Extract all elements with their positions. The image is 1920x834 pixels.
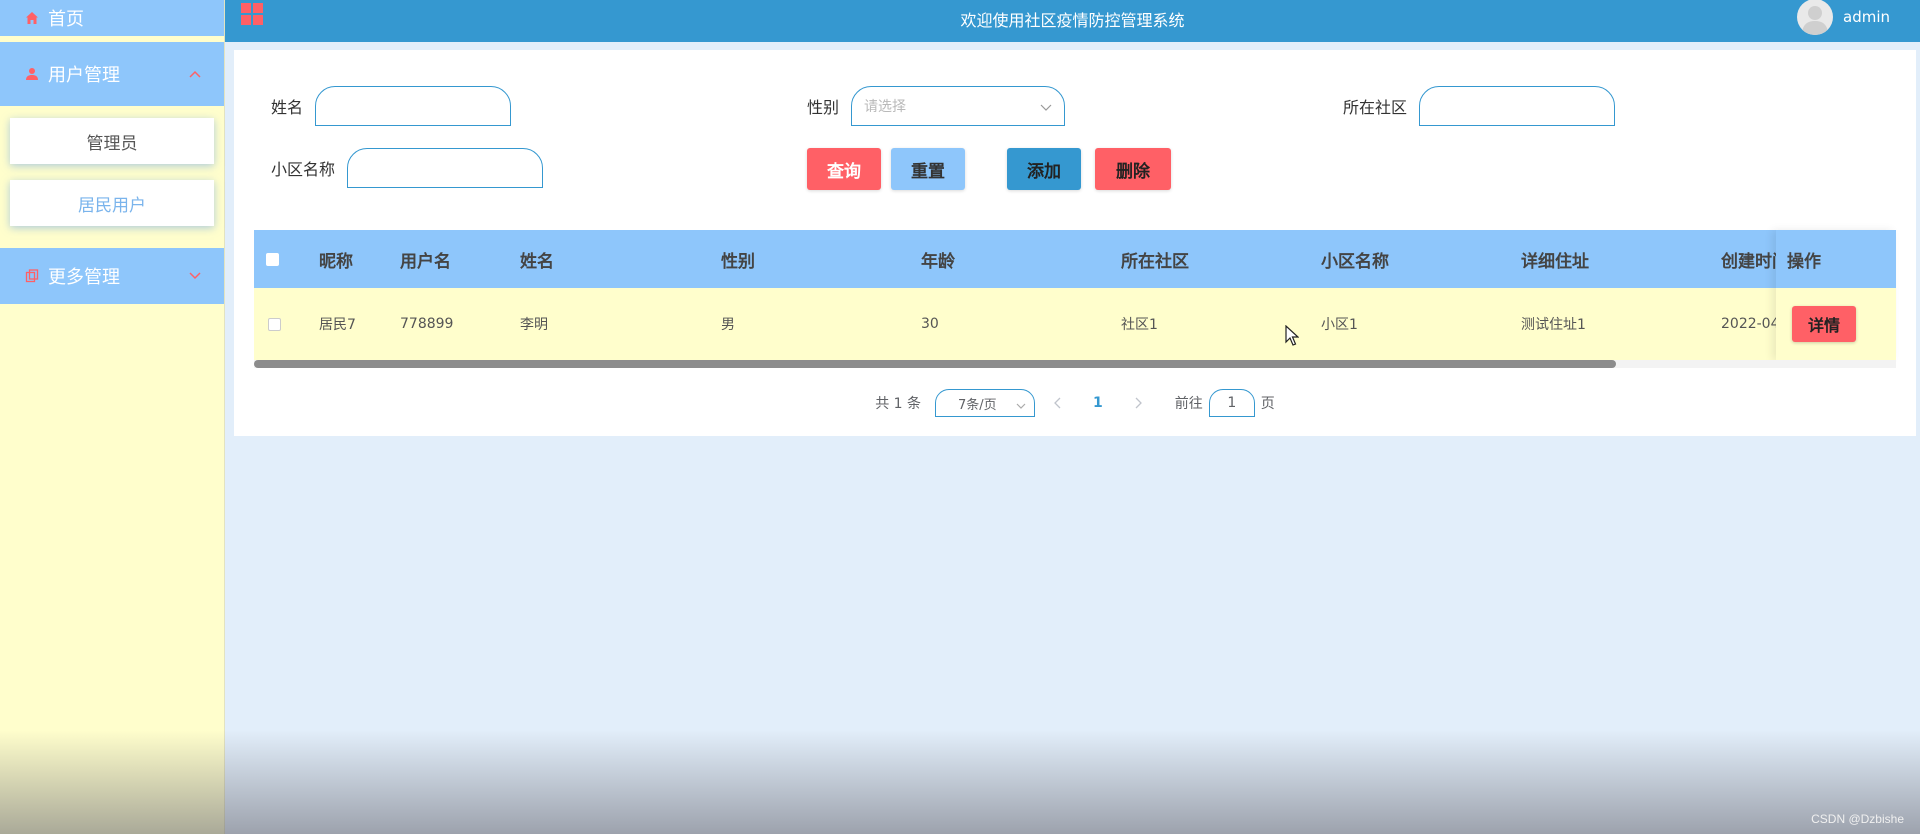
- table-row[interactable]: 居民7 778899 李明 男 30 社区1 小区1 测试住址1 2022-04…: [254, 288, 1896, 360]
- sidebar-item-label: 首页: [48, 9, 84, 30]
- sidebar-item-more-management[interactable]: 更多管理: [0, 248, 224, 304]
- table-cell: 测试住址1: [1521, 317, 1586, 333]
- submenu-item-admin[interactable]: 管理员: [10, 118, 214, 164]
- table-cell: 30: [921, 316, 939, 332]
- table-cell: 居民7: [319, 317, 356, 333]
- estate-input[interactable]: [347, 148, 543, 188]
- user-menu[interactable]: admin: [1797, 0, 1890, 35]
- name-input[interactable]: [315, 86, 511, 126]
- pagination: 共 1 条 7条/页 1 前往 1 页: [234, 388, 1916, 418]
- column-header[interactable]: 用户名: [400, 230, 451, 288]
- top-header: 欢迎使用社区疫情防控管理系统 admin: [225, 0, 1920, 42]
- chevron-left-icon: [1054, 397, 1061, 409]
- page-suffix: 页: [1260, 396, 1275, 412]
- user-submenu: 管理员 居民用户: [0, 106, 224, 248]
- goto-page-input[interactable]: 1: [1208, 389, 1255, 417]
- avatar: [1797, 0, 1833, 35]
- page-size-select[interactable]: 7条/页: [935, 389, 1036, 417]
- scrollbar-thumb[interactable]: [254, 360, 1616, 368]
- table-cell: 2022-04-: [1721, 316, 1785, 332]
- horizontal-scrollbar[interactable]: [254, 360, 1896, 368]
- select-all-checkbox-cell: [266, 230, 279, 288]
- next-page-button[interactable]: [1123, 389, 1153, 417]
- goto-label: 前往: [1174, 396, 1203, 412]
- chevron-right-icon: [1135, 397, 1142, 409]
- total-count: 共 1 条: [875, 396, 922, 412]
- column-header[interactable]: 姓名: [520, 230, 554, 288]
- column-header[interactable]: 年龄: [921, 230, 955, 288]
- name-label: 姓名: [271, 98, 304, 117]
- copy-icon: [24, 268, 40, 284]
- sidebar: 首页 用户管理 管理员 居民用户 更多管理: [0, 0, 225, 834]
- prev-page-button[interactable]: [1043, 389, 1073, 417]
- operation-cell: 详情: [1776, 288, 1896, 360]
- row-checkbox-cell: [268, 288, 281, 360]
- sidebar-item-home[interactable]: 首页: [0, 0, 224, 36]
- gender-select[interactable]: 请选择: [851, 86, 1065, 126]
- submenu-item-residents[interactable]: 居民用户: [10, 180, 214, 226]
- sidebar-item-label: 用户管理: [48, 65, 120, 86]
- select-all-checkbox[interactable]: [266, 252, 279, 266]
- column-header[interactable]: 性别: [721, 230, 755, 288]
- table-cell: 社区1: [1121, 317, 1158, 333]
- goto-page: 前往 1 页: [1175, 389, 1275, 417]
- column-header[interactable]: 详细住址: [1521, 230, 1589, 288]
- watermark: CSDN @Dzbishe: [1811, 812, 1904, 826]
- sidebar-item-user-management[interactable]: 用户管理: [0, 42, 224, 106]
- main-card: 姓名 性别 请选择 所在社区 小区名称 查询 重置 添加 删除 昵称 用户名 姓…: [234, 50, 1916, 436]
- column-header[interactable]: 小区名称: [1321, 230, 1389, 288]
- chevron-down-icon: [1016, 399, 1026, 414]
- page-title: 欢迎使用社区疫情防控管理系统: [960, 11, 1185, 30]
- column-header: 操作: [1776, 230, 1896, 288]
- user-icon: [24, 66, 40, 82]
- home-icon: [24, 10, 40, 26]
- bottom-shade: [0, 730, 1920, 834]
- estate-label: 小区名称: [271, 160, 336, 179]
- page-number[interactable]: 1: [1093, 395, 1103, 411]
- gender-placeholder: 请选择: [864, 99, 906, 115]
- chevron-down-icon: [188, 269, 202, 283]
- residents-table: 昵称 用户名 姓名 性别 年龄 所在社区 小区名称 详细住址 创建时间 居民7 …: [254, 230, 1896, 368]
- table-cell: 男: [721, 317, 735, 333]
- mouse-cursor-icon: [1285, 324, 1300, 351]
- column-header[interactable]: 所在社区: [1121, 230, 1189, 288]
- delete-button[interactable]: 删除: [1095, 148, 1171, 190]
- query-button[interactable]: 查询: [807, 148, 881, 190]
- row-checkbox[interactable]: [268, 317, 281, 331]
- gender-label: 性别: [807, 98, 840, 117]
- reset-button[interactable]: 重置: [891, 148, 965, 190]
- table-cell: 778899: [400, 316, 454, 332]
- community-input[interactable]: [1419, 86, 1615, 126]
- operation-column: 操作 详情: [1776, 230, 1896, 360]
- table-cell: 小区1: [1321, 317, 1358, 333]
- chevron-down-icon: [1040, 100, 1052, 116]
- table-cell: 李明: [520, 317, 548, 333]
- add-button[interactable]: 添加: [1007, 148, 1081, 190]
- community-label: 所在社区: [1343, 98, 1408, 117]
- username: admin: [1843, 8, 1890, 26]
- chevron-up-icon: [188, 67, 202, 81]
- detail-button[interactable]: 详情: [1792, 306, 1856, 342]
- column-header[interactable]: 昵称: [319, 230, 353, 288]
- table-header: 昵称 用户名 姓名 性别 年龄 所在社区 小区名称 详细住址 创建时间: [254, 230, 1896, 288]
- sidebar-item-label: 更多管理: [48, 267, 120, 288]
